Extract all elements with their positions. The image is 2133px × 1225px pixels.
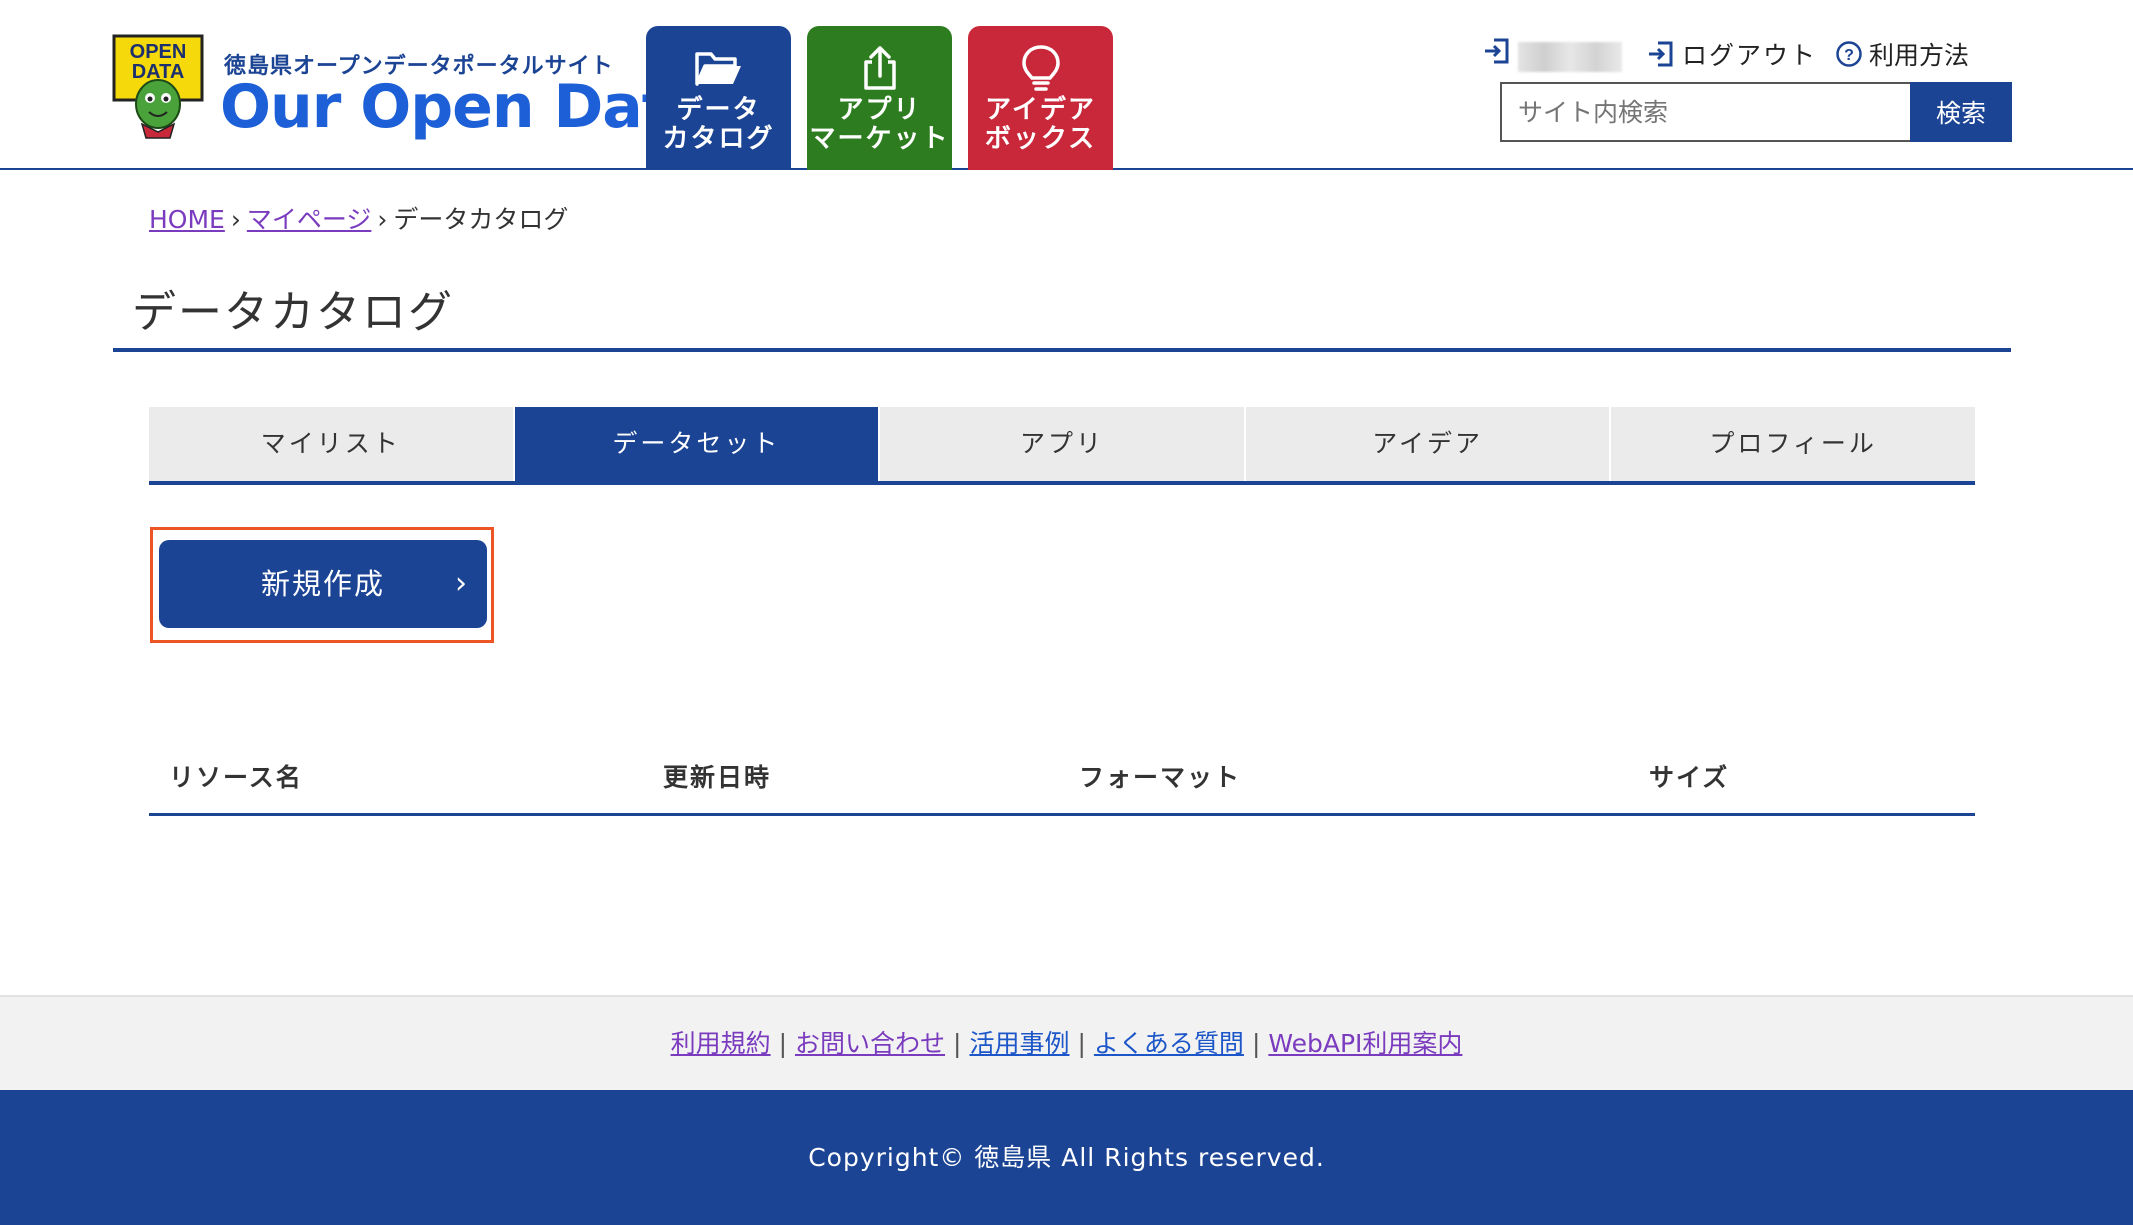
logout-label: ログアウト (1682, 41, 1818, 70)
site-search-input[interactable] (1500, 82, 1912, 142)
site-header: OPEN DATA 徳島県オープンデータポータルサイト Our Open Dat… (0, 0, 2133, 170)
column-size[interactable]: サイズ (1649, 758, 1729, 794)
mypage-tabs: マイリスト データセット アプリ アイデア プロフィール (149, 407, 1975, 485)
breadcrumb-mypage-link[interactable]: マイページ (247, 205, 372, 234)
breadcrumb-separator: › (377, 205, 388, 234)
footer-link-webapi[interactable]: WebAPI利用案内 (1268, 1029, 1462, 1058)
tab-profile[interactable]: プロフィール (1611, 407, 1975, 481)
create-new-label: 新規作成 (260, 567, 385, 601)
resource-table-header: リソース名 更新日時 フォーマット サイズ (149, 740, 1975, 816)
footer-separator: | (1077, 1029, 1086, 1058)
tab-idea[interactable]: アイデア (1245, 407, 1612, 481)
column-updated-at[interactable]: 更新日時 (663, 758, 771, 794)
logo-badge-line1: OPEN (130, 41, 187, 63)
footer-link-use-cases[interactable]: 活用事例 (969, 1029, 1069, 1058)
footer-link-faq[interactable]: よくある質問 (1094, 1029, 1244, 1058)
logout-link[interactable]: ログアウト (1646, 36, 1817, 72)
username-redacted (1518, 42, 1622, 72)
chevron-right-icon: › (455, 566, 469, 601)
help-link[interactable]: ? 利用方法 (1835, 36, 1969, 72)
breadcrumb-current: データカタログ (393, 205, 569, 234)
open-data-mascot-logo[interactable]: OPEN DATA (112, 34, 204, 142)
nav-idea-box-label: アイデア ボックス (984, 95, 1097, 154)
login-icon (1485, 38, 1509, 64)
breadcrumb-home-link[interactable]: HOME (149, 205, 225, 234)
logout-icon (1649, 41, 1673, 67)
nav-app-market-label: アプリ マーケット (809, 95, 950, 154)
copyright: Copyright© 徳島県 All Rights reserved. (0, 1090, 2133, 1225)
footer-separator: | (1251, 1029, 1261, 1058)
footer-links: 利用規約 | お問い合わせ | 活用事例 | よくある質問 | WebAPI利用案内 (0, 995, 2133, 1090)
page-title: データカタログ (132, 287, 454, 338)
tab-dataset[interactable]: データセット (514, 407, 881, 481)
footer-separator: | (953, 1029, 962, 1058)
lightbulb-icon (1021, 45, 1060, 91)
nav-data-catalog-label: データ カタログ (662, 95, 775, 154)
footer-link-terms[interactable]: 利用規約 (671, 1029, 771, 1058)
svg-text:?: ? (1844, 47, 1854, 64)
share-upload-icon (863, 46, 896, 90)
help-question-icon: ? (1836, 41, 1862, 67)
create-new-button[interactable]: 新規作成 › (159, 540, 487, 628)
footer-link-contact[interactable]: お問い合わせ (795, 1029, 945, 1058)
site-title[interactable]: Our Open Data (220, 72, 710, 142)
breadcrumb: HOME › マイページ › データカタログ (149, 200, 568, 236)
search-button[interactable]: 検索 (1910, 82, 2012, 142)
folder-open-icon (694, 52, 741, 86)
footer-separator: | (778, 1029, 788, 1058)
user-account-link[interactable] (1482, 36, 1512, 66)
nav-data-catalog-button[interactable]: データ カタログ (646, 26, 791, 170)
breadcrumb-separator: › (230, 205, 241, 234)
nav-idea-box-button[interactable]: アイデア ボックス (968, 26, 1113, 170)
tab-mylist[interactable]: マイリスト (149, 407, 515, 481)
nav-app-market-button[interactable]: アプリ マーケット (807, 26, 952, 170)
title-divider (113, 348, 2011, 352)
help-label: 利用方法 (1869, 41, 1970, 70)
column-resource-name[interactable]: リソース名 (169, 758, 303, 794)
column-format[interactable]: フォーマット (1079, 758, 1241, 794)
tab-app[interactable]: アプリ (880, 407, 1246, 481)
